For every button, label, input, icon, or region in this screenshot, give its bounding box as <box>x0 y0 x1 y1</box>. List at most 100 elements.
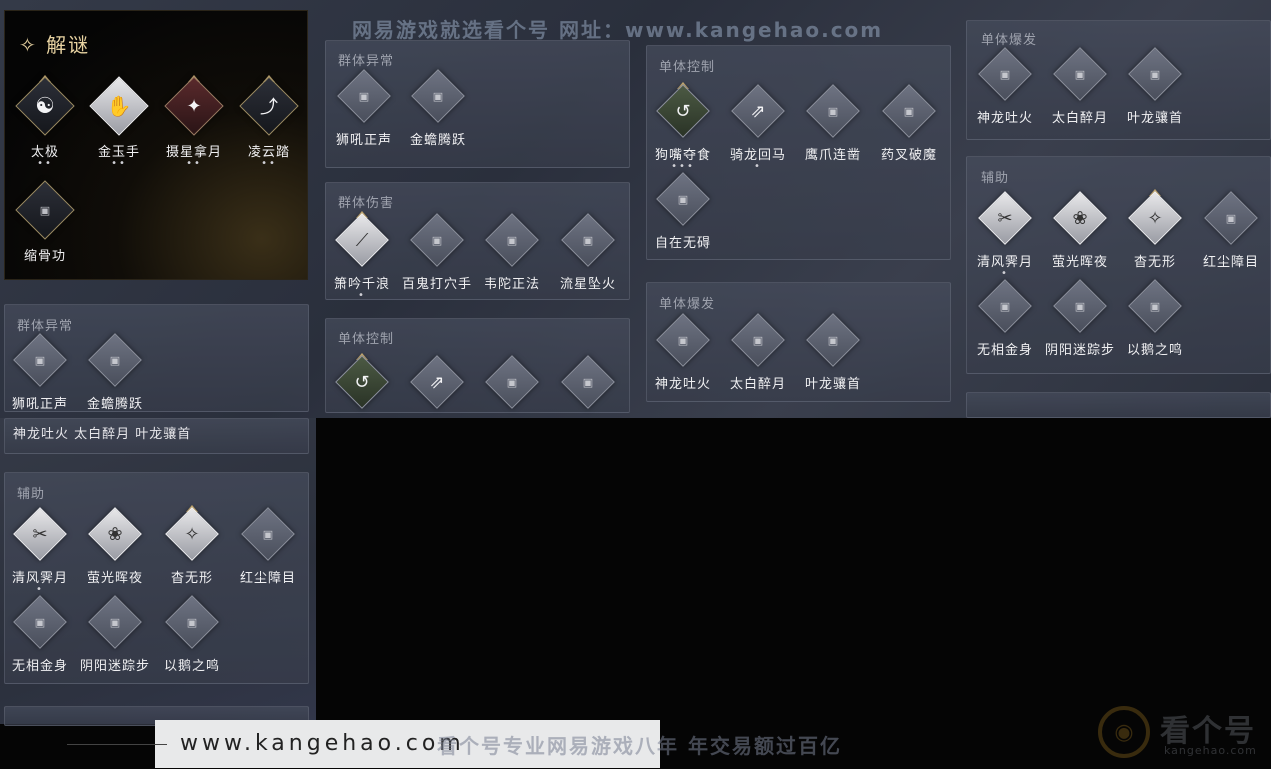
skill-slot[interactable]: ✧ 杳无形 <box>1117 189 1193 270</box>
skill-name: 神龙吐火 <box>654 377 711 392</box>
skill-lingyunta[interactable]: ⤴ 凌云踏 •• <box>231 75 307 169</box>
swirl-icon: ↺ <box>675 100 691 122</box>
locked-icon: ▣ <box>827 104 839 118</box>
skill-shexingnayue[interactable]: ✦ 摄星拿月 •• <box>156 75 232 169</box>
skill-slot[interactable]: ▣ 狮吼正声 <box>2 333 78 412</box>
leap-icon: ⤴ <box>260 97 278 118</box>
divider <box>67 744 167 745</box>
skill-name: 阴阳迷踪步 <box>1044 343 1115 358</box>
skill-dots: • <box>754 161 762 172</box>
skill-slot[interactable]: ⟋ 箫吟千浪 • <box>324 211 400 301</box>
locked-icon: ▣ <box>903 104 915 118</box>
skill-slot[interactable]: ▣ 太白醉月 <box>1042 47 1118 126</box>
group-damage-panel: 群体伤害 ⟋ 箫吟千浪 • ▣ 百鬼打穴手 ▣ 韦陀正法 ▣ 流星坠火 <box>324 182 630 301</box>
skill-slot[interactable]: ⇗ 骑龙回马 • <box>720 84 796 172</box>
eye-icon: ◉ <box>1098 706 1150 758</box>
taiji-icon: ☯ <box>35 93 55 119</box>
skill-slot[interactable]: ▣ 金蟾腾跃 <box>400 69 476 148</box>
panel-title: 群体异常 <box>338 54 395 69</box>
skill-name: 流星坠火 <box>559 277 616 292</box>
skill-dots: ••• <box>671 161 695 172</box>
skill-slot[interactable]: ▣ 红尘障目 <box>1193 191 1269 270</box>
skill-slot[interactable]: ▣ 神龙吐火 <box>967 47 1043 126</box>
skill-slot[interactable]: ▣ 鹰爪连凿 <box>795 84 871 163</box>
single-burst-panel-partial: 神龙吐火 太白醉月 叶龙骧首 <box>4 418 309 454</box>
group-abnormal-panel-left: 群体异常 ▣ 狮吼正声 ▣ 金蟾腾跃 <box>4 304 309 412</box>
skill-name: 红尘障目 <box>239 571 296 586</box>
locked-icon: ▣ <box>677 333 689 347</box>
skill-slot[interactable]: ▣ 无相金身 <box>967 279 1043 358</box>
locked-icon: ▣ <box>1149 67 1161 81</box>
horse-icon: ⇗ <box>429 371 445 393</box>
panel-title: 辅助 <box>981 171 1010 186</box>
locked-icon: ▣ <box>999 67 1011 81</box>
locked-icon: ▣ <box>432 89 444 103</box>
panel-title: 群体伤害 <box>338 196 395 211</box>
skill-taiji[interactable]: ☯ 太极 •• <box>7 75 83 169</box>
locked-icon: ▣ <box>1225 211 1237 225</box>
hand-icon: ✋ <box>106 94 132 118</box>
skill-slot[interactable]: ▣ 红尘障目 <box>230 507 306 586</box>
skill-name: 以鹅之鸣 <box>163 659 220 674</box>
skill-dots: •• <box>37 158 53 169</box>
skill-slot[interactable]: ▣ 神龙吐火 <box>645 313 721 392</box>
skill-slot[interactable]: ▣ 流星坠火 <box>550 213 626 292</box>
skill-slot[interactable]: ▣ <box>474 355 550 409</box>
locked-icon: ▣ <box>34 615 46 629</box>
locked-icon: ▣ <box>677 192 689 206</box>
skill-name: 狮吼正声 <box>11 397 68 412</box>
locked-icon: ▣ <box>262 527 274 541</box>
skill-name: 缩骨功 <box>23 249 66 264</box>
locked-icon: ▣ <box>109 353 121 367</box>
shadow-icon: ✧ <box>184 523 200 545</box>
skill-name: 无相金身 <box>11 659 68 674</box>
skill-name: 萤光晖夜 <box>86 571 143 586</box>
skill-slot[interactable]: ▣ 无相金身 <box>2 595 78 674</box>
bottom-url: www.kangehao.com <box>180 731 465 756</box>
watermark-top: 网易游戏就选看个号 网址：www.kangehao.com <box>352 18 884 42</box>
skill-slot[interactable]: ▣ 太白醉月 <box>720 313 796 392</box>
skill-slot[interactable]: ✂ 清风霁月 • <box>2 507 78 595</box>
skill-slot[interactable]: ▣ 韦陀正法 <box>474 213 550 292</box>
panel-title: 群体异常 <box>17 319 74 334</box>
skill-name: 金蟾腾跃 <box>409 133 466 148</box>
single-control-panel: 单体控制 ↺ 狗嘴夺食 ••• ⇗ 骑龙回马 • ▣ 鹰爪连凿 ▣ 药叉破魔 ▣… <box>646 45 951 260</box>
locked-icon: ▣ <box>582 233 594 247</box>
skill-suogugong[interactable]: ▣ 缩骨功 <box>7 180 83 264</box>
skill-name: 神龙吐火 <box>976 111 1033 126</box>
skill-slot[interactable]: ▣ 叶龙骧首 <box>1117 47 1193 126</box>
skill-slot[interactable]: ✧ 杳无形 <box>154 505 230 586</box>
skill-slot[interactable]: ▣ 狮吼正声 <box>326 69 402 148</box>
locked-icon: ▣ <box>506 233 518 247</box>
skill-slot[interactable]: ↺ <box>324 353 400 409</box>
skill-slot[interactable]: ▣ 金蟾腾跃 <box>77 333 153 412</box>
skill-slot[interactable]: ▣ 阴阳迷踪步 <box>77 595 153 674</box>
skill-name: 萤光晖夜 <box>1051 255 1108 270</box>
scissors-icon: ✂ <box>32 523 48 545</box>
skill-name: 自在无碍 <box>654 236 711 251</box>
skill-name: 金蟾腾跃 <box>86 397 143 412</box>
skill-slot[interactable]: ❀ 萤光晖夜 <box>1042 191 1118 270</box>
skill-slot[interactable]: ▣ 以鹅之鸣 <box>1117 279 1193 358</box>
skill-slot[interactable]: ▣ 自在无碍 <box>645 172 721 251</box>
swirl-icon: ↺ <box>354 371 370 393</box>
skill-slot[interactable]: ❀ 萤光晖夜 <box>77 507 153 586</box>
skill-slot[interactable]: ↺ 狗嘴夺食 ••• <box>645 82 721 172</box>
locked-icon: ▣ <box>39 203 51 217</box>
panel-title: 辅助 <box>17 487 46 502</box>
skill-name: 阴阳迷踪步 <box>79 659 150 674</box>
skill-slot[interactable]: ▣ 百鬼打穴手 <box>399 213 475 292</box>
skill-jinyushou[interactable]: ✋ 金玉手 •• <box>81 76 157 169</box>
skill-slot[interactable]: ⇗ <box>399 355 475 409</box>
locked-icon: ▣ <box>582 375 594 389</box>
skill-slot[interactable]: ✂ 清风霁月 • <box>967 191 1043 279</box>
skill-slot[interactable]: ▣ <box>550 355 626 409</box>
skill-slot[interactable]: ▣ 阴阳迷踪步 <box>1042 279 1118 358</box>
skill-slot[interactable]: ▣ 叶龙骧首 <box>795 313 871 392</box>
skill-slot[interactable]: ▣ 以鹅之鸣 <box>154 595 230 674</box>
star-icon: ✦ <box>186 95 202 117</box>
panel-title: 单体控制 <box>338 332 395 347</box>
skill-slot[interactable]: ▣ 药叉破魔 <box>871 84 947 163</box>
skill-name: 太白醉月 <box>729 377 786 392</box>
locked-icon: ▣ <box>431 233 443 247</box>
